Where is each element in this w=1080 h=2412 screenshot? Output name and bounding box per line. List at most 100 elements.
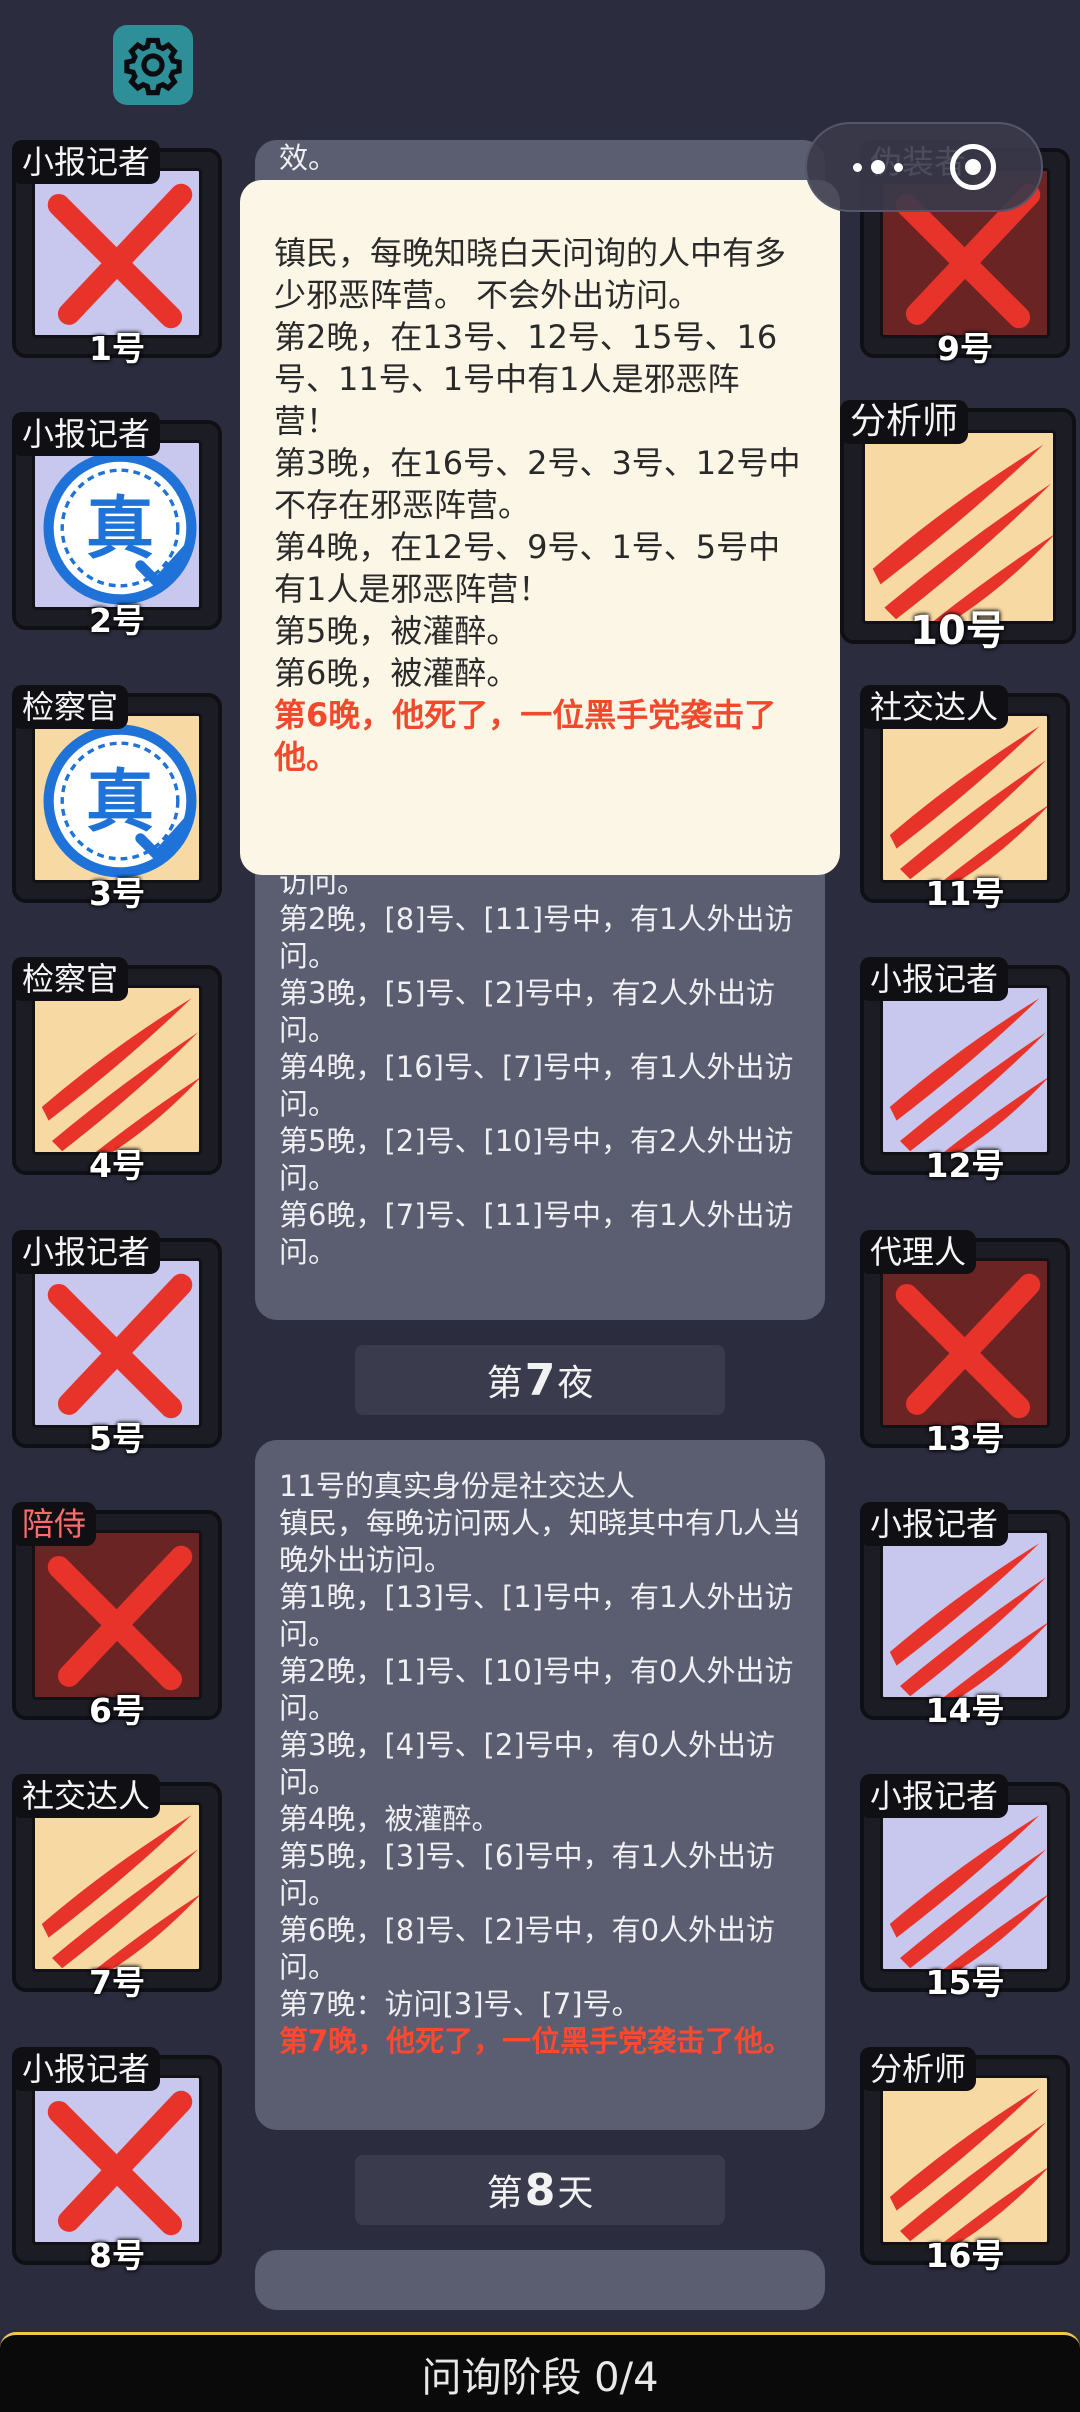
role-label: 小报记者 — [860, 957, 1009, 1001]
player-portrait — [32, 1530, 202, 1700]
eliminated-x-icon — [47, 2090, 193, 2236]
settings-button[interactable] — [113, 25, 193, 105]
player-card[interactable]: 真 检察官 3号 — [12, 685, 222, 913]
player-portrait: 真 — [32, 440, 202, 610]
player-portrait: 真 — [32, 713, 202, 883]
player-card[interactable]: 分析师 16号 — [860, 2047, 1070, 2275]
divider-number: 8 — [524, 2164, 556, 2216]
claw-attack-icon — [41, 1815, 199, 1969]
player-card[interactable]: 检察官 4号 — [12, 957, 222, 1185]
gear-icon — [124, 37, 182, 96]
eliminated-x-icon — [895, 1273, 1041, 1419]
player-portrait — [880, 1802, 1050, 1972]
log-line: 第3晚，[4]号、[2]号中，有0人外出访问。 — [279, 1728, 776, 1799]
death-line: 第7晚，他死了，一位黑手党袭击了他。 — [279, 2024, 793, 2058]
player-number: 13号 — [925, 1419, 1005, 1458]
role-label: 检察官 — [12, 685, 129, 729]
player-portrait — [880, 2075, 1050, 2245]
log-line: 第6晚，[7]号、[11]号中，有1人外出访问。 — [279, 1198, 794, 1269]
player-card[interactable]: 陪侍 6号 — [12, 1502, 222, 1730]
claw-attack-icon — [889, 1815, 1047, 1969]
player-portrait — [32, 2075, 202, 2245]
verified-seal-icon: 真 — [43, 724, 197, 878]
player-card[interactable]: 小报记者 15号 — [860, 1774, 1070, 2002]
role-label: 小报记者 — [12, 140, 161, 184]
player-info-tooltip: 镇民，每晚知晓白天问询的人中有多少邪恶阵营。 不会外出访问。 第2晚，在13号、… — [240, 180, 840, 875]
log-line: 第2晚，[1]号、[10]号中，有0人外出访问。 — [279, 1654, 794, 1725]
player-number: 6号 — [89, 1691, 145, 1730]
player-number: 4号 — [89, 1146, 145, 1185]
player-number: 3号 — [89, 874, 145, 913]
seal-text: 真 — [86, 490, 154, 569]
player-portrait — [32, 168, 202, 338]
player-number: 5号 — [89, 1419, 145, 1458]
log-line: 镇民，每晚访问两人，知晓其中有几人当晚外出访问。 — [279, 1506, 802, 1577]
log-panel-1: 访问。 第2晚，[8]号、[11]号中，有1人外出访问。 第3晚，[5]号、[2… — [255, 842, 825, 1320]
more-dots-icon[interactable] — [852, 160, 903, 174]
player-number: 11号 — [925, 874, 1005, 913]
tooltip-line: 第2晚，在13号、12号、15号、16号、11号、1号中有1人是邪恶阵营！ — [274, 318, 778, 440]
tooltip-line: 第6晚，被灌醉。 — [274, 654, 519, 692]
player-card[interactable]: 代理人 13号 — [860, 1230, 1070, 1458]
claw-attack-icon — [889, 998, 1047, 1152]
player-card[interactable]: 社交达人 7号 — [12, 1774, 222, 2002]
phase-divider-day-8: 第8天 — [355, 2155, 725, 2225]
player-number: 10号 — [910, 608, 1006, 654]
player-card[interactable]: 小报记者 8号 — [12, 2047, 222, 2275]
player-portrait — [32, 1802, 202, 1972]
role-label: 分析师 — [840, 400, 969, 444]
claw-attack-icon — [872, 444, 1053, 621]
role-label: 代理人 — [860, 1230, 977, 1274]
log-line: 第4晚，[16]号、[7]号中，有1人外出访问。 — [279, 1050, 794, 1121]
player-number: 7号 — [89, 1963, 145, 2002]
eliminated-x-icon — [47, 1273, 193, 1419]
player-card[interactable]: 小报记者 14号 — [860, 1502, 1070, 1730]
tooltip-line: 镇民，每晚知晓白天问询的人中有多少邪恶阵营。 不会外出访问。 — [274, 234, 787, 314]
tooltip-line: 第3晚，在16号、2号、3号、12号中不存在邪恶阵营。 — [274, 444, 801, 524]
player-card[interactable]: 分析师 10号 — [840, 400, 1076, 654]
player-card[interactable]: 社交达人 11号 — [860, 685, 1070, 913]
role-label: 社交达人 — [860, 685, 1009, 729]
player-card[interactable]: 真 小报记者 2号 — [12, 412, 222, 640]
divider-prefix: 第 — [486, 1363, 523, 1404]
divider-suffix: 天 — [557, 2173, 594, 2214]
log-line: 第5晚，[2]号、[10]号中，有2人外出访问。 — [279, 1124, 794, 1195]
log-fragment-text: 效。 — [279, 141, 338, 175]
eliminated-x-icon — [47, 1545, 193, 1691]
role-label: 小报记者 — [860, 1502, 1009, 1546]
tooltip-death-line: 第6晚，他死了，一位黑手党袭击了他。 — [274, 696, 777, 776]
log-line: 11号的真实身份是社交达人 — [279, 1469, 635, 1503]
log-line: 第3晚，[5]号、[2]号中，有2人外出访问。 — [279, 976, 776, 1047]
role-label: 社交达人 — [12, 1774, 161, 1818]
miniprogram-capsule — [805, 122, 1043, 212]
player-card[interactable]: 小报记者 1号 — [12, 140, 222, 368]
role-label: 陪侍 — [12, 1502, 97, 1546]
player-number: 9号 — [937, 329, 993, 368]
claw-attack-icon — [889, 726, 1047, 880]
role-label: 小报记者 — [860, 1774, 1009, 1818]
claw-attack-icon — [889, 1543, 1047, 1697]
player-portrait — [32, 1258, 202, 1428]
phase-status-bar: 问询阶段 0/4 — [0, 2332, 1080, 2412]
player-portrait — [880, 1258, 1050, 1428]
player-number: 15号 — [925, 1963, 1005, 2002]
close-circle-icon[interactable] — [949, 144, 996, 190]
player-portrait — [880, 1530, 1050, 1700]
log-panel-3 — [255, 2250, 825, 2310]
claw-attack-icon — [889, 2088, 1047, 2242]
role-label: 分析师 — [860, 2047, 977, 2091]
player-card[interactable]: 小报记者 5号 — [12, 1230, 222, 1458]
log-panel-2: 11号的真实身份是社交达人 镇民，每晚访问两人，知晓其中有几人当晚外出访问。 第… — [255, 1440, 825, 2130]
verified-seal-icon: 真 — [43, 451, 197, 605]
player-number: 16号 — [925, 2236, 1005, 2275]
player-number: 14号 — [925, 1691, 1005, 1730]
player-number: 1号 — [89, 329, 145, 368]
claw-attack-icon — [41, 998, 199, 1152]
seal-text: 真 — [86, 763, 154, 842]
log-line: 第5晚，[3]号、[6]号中，有1人外出访问。 — [279, 1839, 776, 1910]
role-label: 小报记者 — [12, 1230, 161, 1274]
divider-number: 7 — [524, 1354, 556, 1406]
phase-status-text: 问询阶段 0/4 — [421, 2354, 659, 2401]
player-card[interactable]: 小报记者 12号 — [860, 957, 1070, 1185]
log-line: 第7晚：访问[3]号、[7]号。 — [279, 1987, 641, 2021]
